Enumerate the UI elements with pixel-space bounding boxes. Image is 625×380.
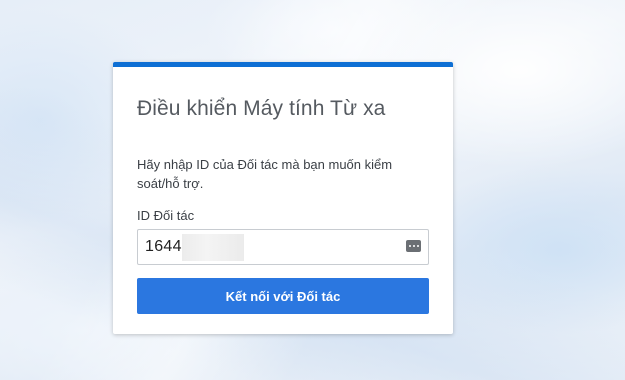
partner-id-value: 1644: [145, 238, 182, 255]
dialog-description: Hãy nhập ID của Đối tác mà bạn muốn kiểm…: [137, 157, 393, 191]
password-dots-icon[interactable]: [406, 240, 421, 252]
partner-id-input[interactable]: 1644: [137, 229, 429, 265]
partner-id-label: ID Đối tác: [137, 208, 195, 223]
remote-control-dialog: Điều khiển Máy tính Từ xa Hãy nhập ID củ…: [113, 62, 453, 334]
dialog-title: Điều khiển Máy tính Từ xa: [137, 97, 386, 120]
redacted-region: [182, 234, 244, 261]
connect-partner-button[interactable]: Kết nối với Đối tác: [137, 278, 429, 314]
